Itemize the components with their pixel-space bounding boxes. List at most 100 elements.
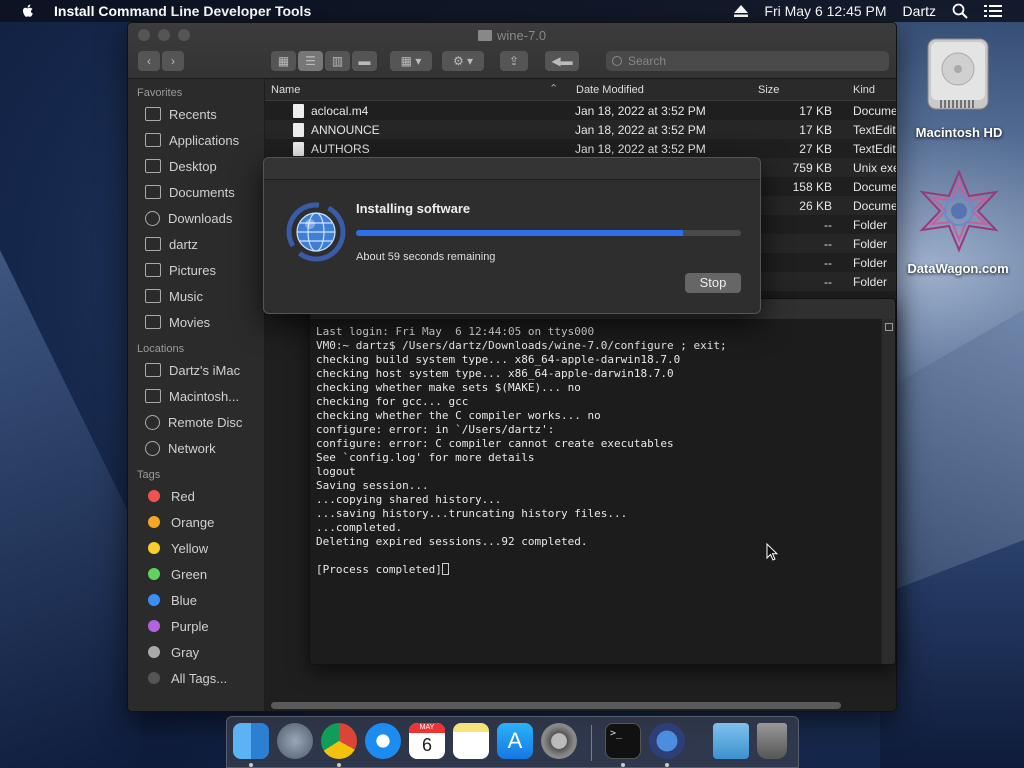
terminal-running-dot	[621, 763, 625, 767]
sidebar-header-tags: Tags	[137, 469, 161, 481]
column-size[interactable]: Size	[758, 84, 779, 96]
trash-icon[interactable]	[757, 723, 787, 759]
app-store-icon[interactable]: A	[497, 723, 533, 759]
sidebar-item-pictures[interactable]: Pictures	[128, 257, 264, 283]
installer-running-dot	[665, 763, 669, 767]
sidebar-tag-red[interactable]: Red	[128, 483, 264, 509]
sidebar-tag-all-tags[interactable]: All Tags...	[128, 665, 264, 691]
chevron-left-icon: ‹	[147, 54, 151, 68]
terminal-icon[interactable]: >_	[605, 723, 641, 759]
column-date[interactable]: Date Modified	[576, 84, 644, 96]
sidebar-item-label: Pictures	[169, 262, 216, 278]
stop-button[interactable]: Stop	[685, 273, 741, 293]
terminal-line-text: checking build system type... x86_64-app…	[316, 353, 681, 366]
group-button[interactable]: ▦ ▾	[390, 51, 432, 71]
close-button[interactable]	[138, 29, 150, 41]
share-button[interactable]: ⇪	[500, 51, 528, 71]
chrome-icon[interactable]	[321, 723, 357, 759]
terminal-line: ...completed.	[316, 521, 727, 535]
sidebar-item-movies[interactable]: Movies	[128, 309, 264, 335]
eject-icon[interactable]	[734, 5, 749, 17]
cell-kind: Docume	[853, 180, 897, 194]
install-dialog: Installing software About 59 seconds rem…	[263, 157, 761, 314]
terminal-line: configure: error: in `/Users/dartz':	[316, 423, 727, 437]
list-view-button[interactable]: ☰	[298, 51, 323, 71]
menu-clock[interactable]: Fri May 6 12:45 PM	[764, 3, 886, 19]
notification-center-icon[interactable]	[984, 4, 1002, 18]
datawagon-icon[interactable]	[916, 168, 1002, 254]
installer-icon[interactable]	[649, 723, 685, 759]
sidebar-item-downloads[interactable]: Downloads	[128, 205, 264, 231]
sidebar-tag-yellow[interactable]: Yellow	[128, 535, 264, 561]
terminal-line: ...copying shared history...	[316, 493, 727, 507]
clock-icon	[145, 107, 161, 121]
disc-icon	[145, 414, 160, 430]
finder-icon[interactable]	[233, 723, 269, 759]
table-row[interactable]: aclocal.m4 Jan 18, 2022 at 3:52 PM 17 KB Do…	[265, 101, 896, 120]
sidebar-tag-purple[interactable]: Purple	[128, 613, 264, 639]
search-input[interactable]: Search	[606, 51, 889, 71]
sidebar-item-desktop[interactable]: Desktop	[128, 153, 264, 179]
sidebar-tag-label: Green	[171, 566, 208, 582]
back-button[interactable]: ‹	[138, 51, 160, 71]
sidebar-tag-blue[interactable]: Blue	[128, 587, 264, 613]
terminal-line-text: checking whether the C compiler works...…	[316, 409, 601, 422]
table-row[interactable]: ANNOUNCE Jan 18, 2022 at 3:52 PM 17 KB Text…	[265, 120, 896, 139]
spotlight-search-icon[interactable]	[952, 3, 968, 19]
terminal-line-text: checking host system type... x86_64-appl…	[316, 367, 674, 380]
forward-button[interactable]: ›	[162, 51, 184, 71]
sidebar-tag-green[interactable]: Green	[128, 561, 264, 587]
zoom-button[interactable]	[178, 29, 190, 41]
share-icon: ⇪	[508, 54, 520, 68]
tags-button[interactable]: ◀▬	[545, 51, 579, 71]
macintosh-hd-icon[interactable]	[925, 36, 991, 112]
column-view-button[interactable]: ▥	[325, 51, 350, 71]
sidebar-tag-label: Gray	[171, 644, 200, 660]
time-remaining: About 59 seconds remaining	[356, 251, 496, 263]
notes-icon[interactable]	[453, 723, 489, 759]
calendar-icon[interactable]: MAY 6	[409, 723, 445, 759]
cell-kind: Folder	[853, 256, 888, 270]
apple-menu-icon[interactable]	[20, 3, 36, 19]
menu-user[interactable]: Dartz	[903, 3, 936, 19]
sidebar-item-network[interactable]: Network	[128, 435, 264, 461]
sidebar-tag-orange[interactable]: Orange	[128, 509, 264, 535]
sort-chevron-icon[interactable]: ⌃	[549, 82, 558, 95]
sidebar-item-label: Applications	[169, 132, 240, 148]
macintosh-hd-label[interactable]: Macintosh HD	[902, 125, 1016, 140]
sidebar-tag-gray[interactable]: Gray	[128, 639, 264, 665]
desktop-icon	[145, 159, 161, 173]
gallery-view-button[interactable]: ▬	[352, 51, 377, 71]
cell-kind: TextEdit	[853, 123, 896, 137]
sidebar-item-music[interactable]: Music	[128, 283, 264, 309]
datawagon-label[interactable]: DataWagon.com	[898, 261, 1018, 276]
terminal-output[interactable]: Last login: Fri May 6 12:44:05 on ttys00…	[316, 325, 727, 577]
sidebar-tag-label: Orange	[171, 514, 215, 530]
table-row[interactable]: AUTHORS Jan 18, 2022 at 3:52 PM 27 KB TextE…	[265, 139, 896, 158]
horizontal-scrollbar[interactable]	[271, 702, 841, 709]
sidebar-item-macintosh[interactable]: Macintosh...	[128, 383, 264, 409]
sidebar-item-applications[interactable]: Applications	[128, 127, 264, 153]
column-kind[interactable]: Kind	[853, 84, 875, 96]
terminal-line-text: checking whether make sets $(MAKE)... no	[316, 381, 581, 394]
install-progress-bar	[356, 230, 741, 236]
sidebar-item-dartz-s-imac[interactable]: Dartz's iMac	[128, 357, 264, 383]
terminal-scrollbar[interactable]	[881, 319, 895, 664]
system-preferences-icon[interactable]	[541, 723, 577, 759]
minimize-button[interactable]	[158, 29, 170, 41]
column-name[interactable]: Name	[271, 84, 300, 96]
menu-app-title[interactable]: Install Command Line Developer Tools	[54, 3, 311, 19]
sidebar-item-recents[interactable]: Recents	[128, 101, 264, 127]
downloads-folder-icon[interactable]	[713, 723, 749, 759]
window-title: wine-7.0	[478, 28, 546, 43]
sidebar-item-documents[interactable]: Documents	[128, 179, 264, 205]
sidebar-item-remote-disc[interactable]: Remote Disc	[128, 409, 264, 435]
action-button[interactable]: ⚙ ▾	[442, 51, 484, 71]
cell-name: ANNOUNCE	[311, 123, 380, 137]
icon-view-button[interactable]: ▦	[271, 51, 296, 71]
launchpad-icon[interactable]	[277, 723, 313, 759]
cell-date: Jan 18, 2022 at 3:52 PM	[575, 123, 706, 137]
sidebar-item-dartz[interactable]: dartz	[128, 231, 264, 257]
safari-icon[interactable]	[365, 723, 401, 759]
